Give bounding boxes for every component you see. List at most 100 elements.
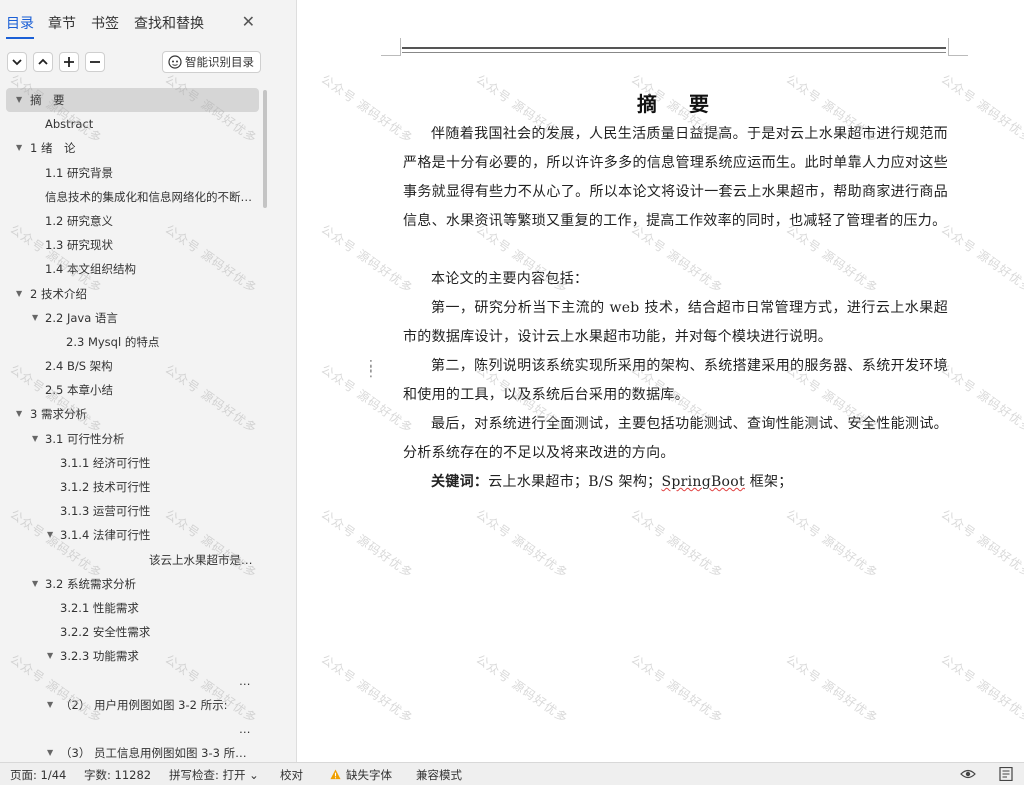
toc-item[interactable]: ▼ 3.2 系统需求分析 bbox=[0, 572, 262, 596]
toc-item[interactable]: 1.2 研究意义 bbox=[0, 209, 262, 233]
watermark: 公众号 源码好优多 bbox=[628, 506, 726, 581]
caret-down-icon[interactable]: ▼ bbox=[47, 693, 53, 717]
toc-item[interactable]: ▼ 摘 要 bbox=[6, 88, 259, 113]
toc-item-label: （2） 用户用例图如图 3-2 所示: bbox=[60, 697, 228, 712]
toc-item[interactable]: ▼ 3 需求分析 bbox=[0, 402, 262, 426]
toc-item-label: 2.4 B/S 架构 bbox=[45, 359, 113, 374]
toc-item-label: 2 技术介绍 bbox=[30, 286, 87, 301]
toc-item-label: 2.5 本章小结 bbox=[45, 383, 113, 398]
compat-mode-label: 兼容模式 bbox=[416, 768, 462, 782]
caret-down-icon[interactable]: ▼ bbox=[16, 282, 22, 306]
toc-toolbar: 智能识别目录 bbox=[0, 50, 296, 76]
sidebar-tabs: 目录 章节 书签 查找和替换 ✕ bbox=[0, 0, 296, 44]
document-icon[interactable] bbox=[998, 767, 1014, 781]
page-corner-mark bbox=[381, 38, 401, 56]
keywords-line[interactable]: 关键词：云上水果超市；B/S 架构；SpringBoot 框架； bbox=[403, 468, 948, 497]
toc-item[interactable]: 2.3 Mysql 的特点 bbox=[0, 330, 262, 354]
tab-toc[interactable]: 目录 bbox=[6, 13, 34, 39]
chevron-up-icon bbox=[38, 58, 48, 65]
collapse-all-button[interactable] bbox=[33, 52, 53, 72]
abstract-paragraph[interactable]: 第二，陈列说明该系统实现所采用的架构、系统搭建采用的服务器、系统开发环境和使用的… bbox=[403, 352, 948, 410]
toc-item[interactable]: 1.4 本文组织结构 bbox=[0, 257, 262, 281]
toc-item-label: 该云上水果超市是… bbox=[149, 552, 253, 567]
warning-icon bbox=[330, 769, 341, 780]
watermark: 公众号 源码好优多 bbox=[783, 651, 881, 726]
caret-down-icon[interactable]: ▼ bbox=[32, 572, 38, 596]
toc-item-label: 1.2 研究意义 bbox=[45, 213, 113, 228]
keywords-text: 云上水果超市；B/S 架构； bbox=[488, 474, 662, 490]
toc-item-label: 3 需求分析 bbox=[30, 407, 87, 422]
toc-item[interactable]: 3.2.2 安全性需求 bbox=[0, 620, 262, 644]
toc-item[interactable]: 2.4 B/S 架构 bbox=[0, 354, 262, 378]
caret-down-icon[interactable]: ▼ bbox=[32, 427, 38, 451]
watermark: 公众号 源码好优多 bbox=[318, 651, 416, 726]
caret-down-icon[interactable]: ▼ bbox=[32, 306, 38, 330]
toc-item[interactable]: ▼ （2） 用户用例图如图 3-2 所示: bbox=[0, 693, 262, 717]
toc-item[interactable]: ▼ 1 绪 论 bbox=[0, 136, 262, 160]
toc-item[interactable]: 3.1.2 技术可行性 bbox=[0, 475, 262, 499]
toc-item[interactable]: 1.1 研究背景 bbox=[0, 161, 262, 185]
caret-down-icon[interactable]: ▼ bbox=[16, 136, 22, 160]
smart-toc-button[interactable]: 智能识别目录 bbox=[162, 51, 261, 73]
toc-scrollbar[interactable] bbox=[263, 90, 267, 208]
toc-item[interactable]: … bbox=[0, 669, 262, 693]
toc-item-label: 3.1.1 经济可行性 bbox=[60, 455, 151, 470]
toc-item[interactable]: 3.1.3 运营可行性 bbox=[0, 499, 262, 523]
toc-item[interactable]: ▼ 2.2 Java 语言 bbox=[0, 306, 262, 330]
caret-down-icon[interactable]: ▼ bbox=[47, 644, 53, 668]
caret-down-icon[interactable]: ▼ bbox=[16, 88, 22, 112]
drag-handle-icon[interactable]: ⋮ ⋮ bbox=[364, 359, 378, 379]
word-count[interactable]: 字数: 11282 bbox=[84, 767, 151, 783]
toc-item-label: 3.2 系统需求分析 bbox=[45, 576, 136, 591]
missing-font-button[interactable]: 缺失字体 bbox=[330, 767, 392, 783]
watermark: 公众号 源码好优多 bbox=[318, 506, 416, 581]
watermark: 公众号 源码好优多 bbox=[473, 506, 571, 581]
toc-item[interactable]: 2.5 本章小结 bbox=[0, 378, 262, 402]
close-icon[interactable]: ✕ bbox=[242, 12, 255, 31]
tab-bookmarks[interactable]: 书签 bbox=[91, 13, 119, 33]
caret-down-icon[interactable]: ▼ bbox=[16, 402, 22, 426]
toc-item[interactable]: 3.1.1 经济可行性 bbox=[0, 451, 262, 475]
robot-icon bbox=[168, 55, 182, 69]
add-heading-button[interactable] bbox=[59, 52, 79, 72]
missing-font-label: 缺失字体 bbox=[346, 768, 392, 782]
toc-item-label: … bbox=[239, 673, 251, 688]
toc-item[interactable]: 1.3 研究现状 bbox=[0, 233, 262, 257]
caret-down-icon[interactable]: ▼ bbox=[47, 523, 53, 547]
header-rule bbox=[402, 47, 946, 49]
toc-item-label: 摘 要 bbox=[30, 93, 65, 107]
tab-chapters[interactable]: 章节 bbox=[48, 13, 76, 33]
remove-heading-button[interactable] bbox=[85, 52, 105, 72]
spell-flagged-word[interactable]: SpringBoot bbox=[661, 474, 744, 490]
toc-item-label: 3.1.2 技术可行性 bbox=[60, 480, 151, 494]
abstract-paragraph[interactable]: 伴随着我国社会的发展，人民生活质量日益提高。于是对云上水果超市进行规范而严格是十… bbox=[403, 120, 948, 236]
toc-item[interactable]: ▼ （3） 员工信息用例图如图 3-3 所示… bbox=[0, 741, 262, 762]
toc-item[interactable]: 该云上水果超市是… bbox=[0, 548, 262, 572]
watermark: 公众号 源码好优多 bbox=[938, 506, 1024, 581]
toc-item[interactable]: 信息技术的集成化和信息网络化的不断… bbox=[0, 185, 262, 209]
toc-item[interactable]: ▼ 3.1.4 法律可行性 bbox=[0, 523, 262, 547]
toc-item[interactable]: 3.2.1 性能需求 bbox=[0, 596, 262, 620]
abstract-paragraph[interactable]: 第一，研究分析当下主流的 web 技术，结合超市日常管理方式，进行云上水果超市的… bbox=[403, 294, 948, 352]
toc-item[interactable]: Abstract bbox=[0, 112, 262, 136]
page-corner-mark bbox=[948, 38, 968, 56]
toc-item[interactable]: ▼ 2 技术介绍 bbox=[0, 282, 262, 306]
abstract-paragraph[interactable]: 最后，对系统进行全面测试，主要包括功能测试、查询性能测试、安全性能测试。分析系统… bbox=[403, 410, 948, 468]
tab-find-replace[interactable]: 查找和替换 bbox=[134, 13, 204, 33]
toc-item-label: （3） 员工信息用例图如图 3-3 所示… bbox=[60, 746, 258, 761]
spell-check-toggle[interactable]: 拼写检查: 打开 ⌄ bbox=[169, 767, 259, 783]
abstract-paragraph[interactable]: 本论文的主要内容包括： bbox=[403, 265, 948, 294]
page-indicator[interactable]: 页面: 1/44 bbox=[10, 767, 66, 783]
eye-icon[interactable] bbox=[960, 767, 976, 781]
toc-item[interactable]: ▼ 3.1 可行性分析 bbox=[0, 427, 262, 451]
expand-all-button[interactable] bbox=[7, 52, 27, 72]
plus-icon bbox=[64, 57, 74, 67]
proofread-button[interactable]: 校对 bbox=[280, 767, 303, 783]
toc-item[interactable]: … bbox=[0, 717, 262, 741]
toc-item[interactable]: ▼ 3.2.3 功能需求 bbox=[0, 644, 262, 668]
toc-item-label: 3.1.3 运营可行性 bbox=[60, 504, 151, 519]
caret-down-icon[interactable]: ▼ bbox=[47, 741, 53, 762]
keywords-label: 关键词： bbox=[431, 474, 489, 490]
watermark: 公众号 源码好优多 bbox=[628, 651, 726, 726]
chevron-down-icon bbox=[12, 59, 22, 66]
